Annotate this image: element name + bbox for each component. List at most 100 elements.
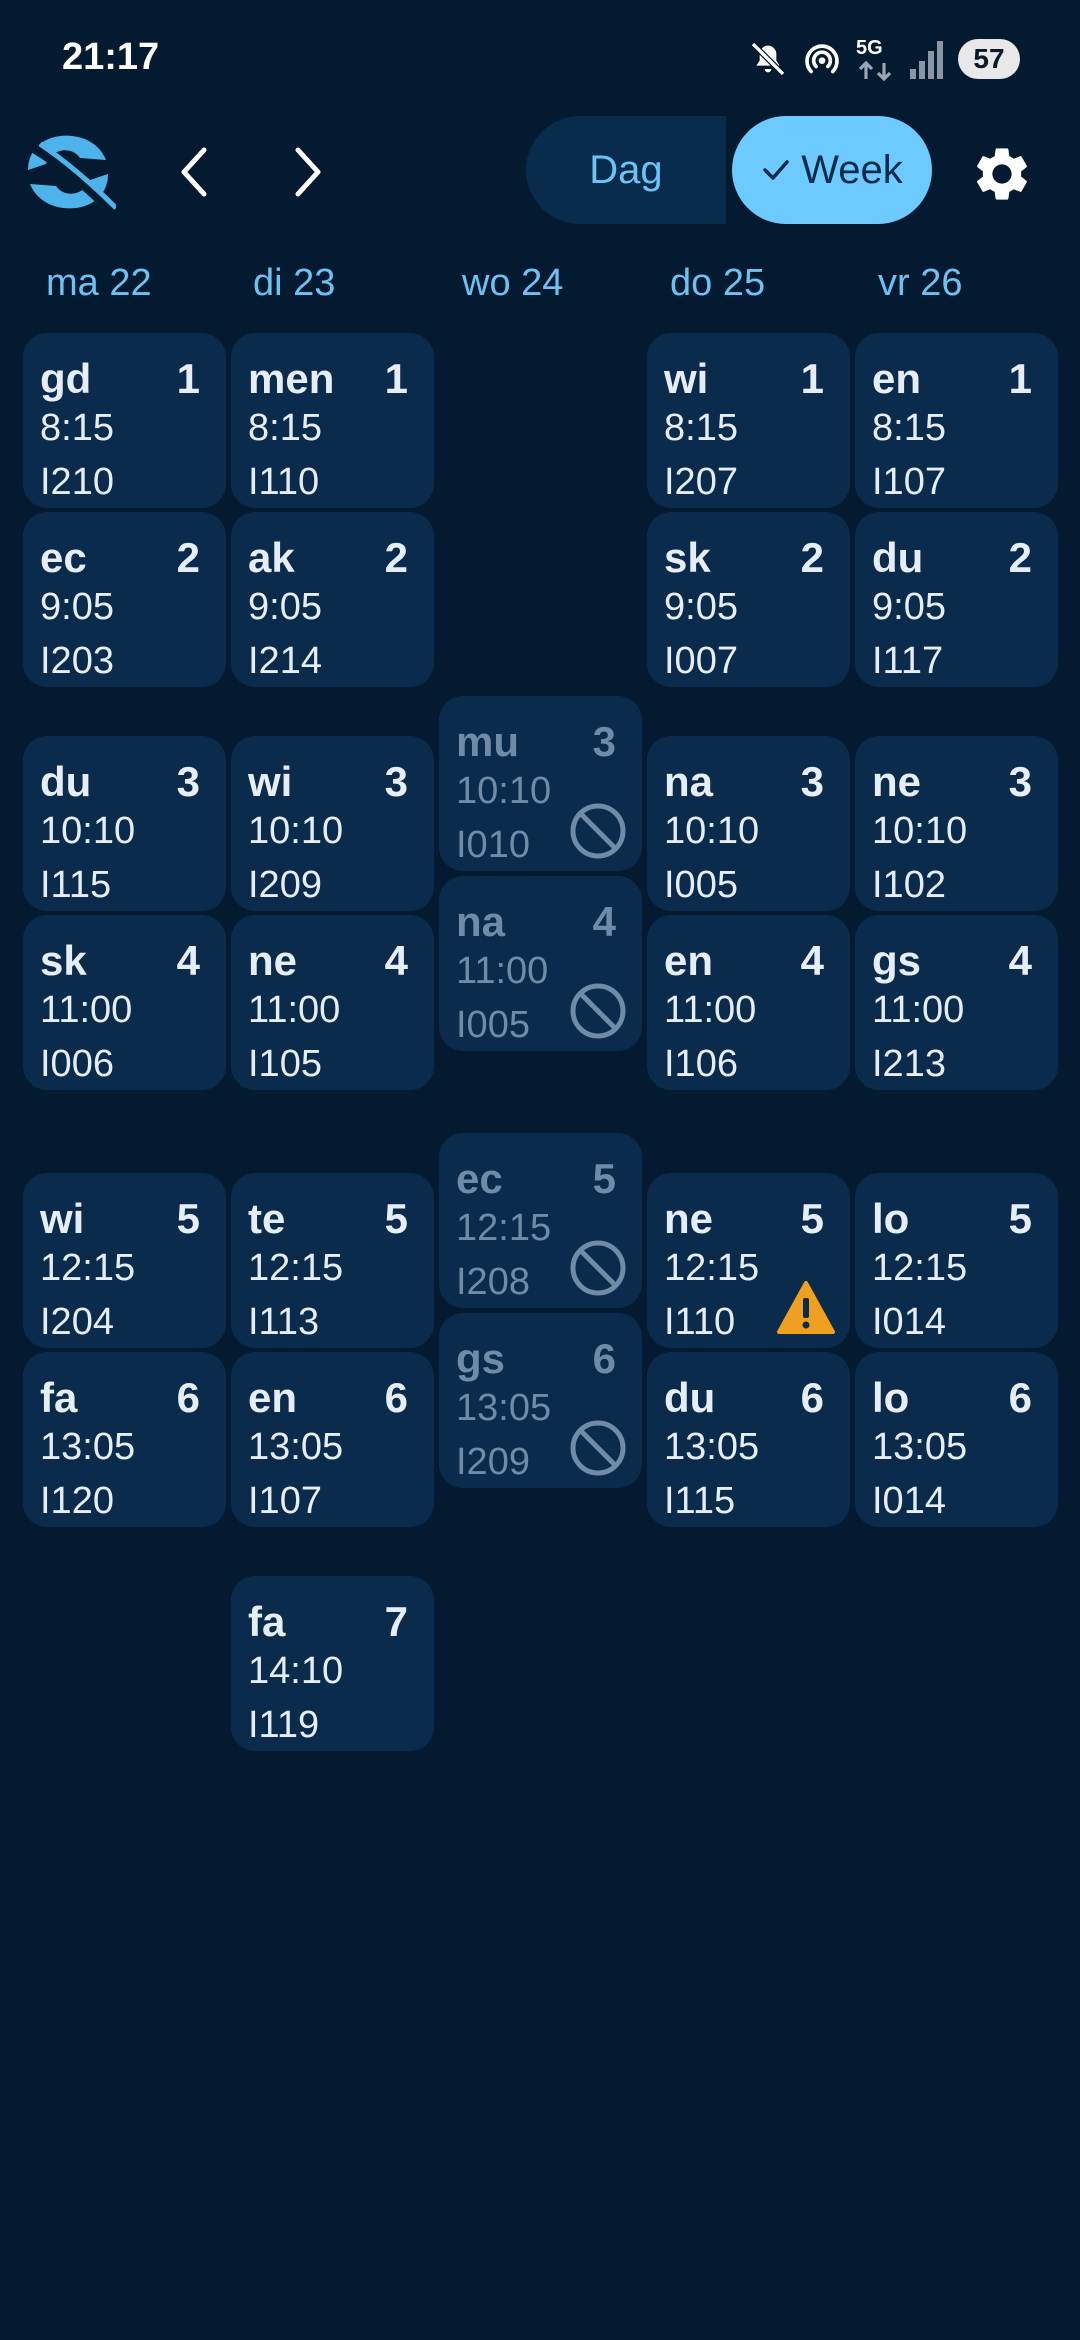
lesson-room: I007 (664, 640, 738, 682)
lesson-card[interactable]: en 1 8:15 I107 (855, 333, 1058, 508)
lesson-subject: en (248, 1374, 298, 1421)
lesson-subject: gd (40, 355, 92, 402)
lesson-period: 4 (176, 937, 200, 984)
lesson-period: 6 (592, 1335, 616, 1382)
lesson-period: 5 (1008, 1195, 1032, 1242)
lesson-room: I113 (248, 1301, 320, 1343)
lesson-subject: ne (248, 937, 298, 984)
lesson-period: 1 (1008, 355, 1032, 402)
lesson-room: I209 (456, 1441, 530, 1483)
lesson-room: I006 (40, 1043, 114, 1085)
lesson-time: 10:10 (40, 810, 136, 852)
timetable-grid: gd 1 8:15 I210 men 1 8:15 I110 wi 1 8:15… (0, 0, 1080, 2340)
lesson-card[interactable]: lo 6 13:05 I014 (855, 1352, 1058, 1527)
lesson-card[interactable]: wi 5 12:15 I204 (23, 1173, 226, 1348)
lesson-card[interactable]: en 6 13:05 I107 (231, 1352, 434, 1527)
lesson-subject: ne (664, 1195, 714, 1242)
lesson-subject: ne (872, 758, 922, 805)
lesson-subject: en (664, 937, 714, 984)
lesson-subject: ec (40, 534, 87, 581)
lesson-room: I207 (664, 461, 738, 503)
lesson-period: 2 (384, 534, 408, 581)
lesson-room: I005 (456, 1004, 530, 1046)
lesson-subject: gs (872, 937, 922, 984)
lesson-room: I208 (456, 1261, 530, 1303)
lesson-card-warning[interactable]: ne 5 12:15 I110 (647, 1173, 850, 1348)
cancelled-icon (570, 1240, 626, 1296)
lesson-period: 5 (176, 1195, 200, 1242)
lesson-card-cancelled[interactable]: ec 5 12:15 I208 (439, 1133, 642, 1308)
lesson-room: I210 (40, 461, 114, 503)
lesson-time: 10:10 (872, 810, 968, 852)
lesson-card[interactable]: en 4 11:00 I106 (647, 915, 850, 1090)
lesson-room: I115 (664, 1480, 736, 1522)
lesson-room: I107 (872, 461, 946, 503)
lesson-room: I203 (40, 640, 114, 682)
lesson-time: 12:15 (456, 1207, 552, 1249)
lesson-subject: ec (456, 1155, 503, 1202)
lesson-room: I105 (248, 1043, 322, 1085)
lesson-subject: sk (664, 534, 711, 581)
lesson-period: 1 (384, 355, 408, 402)
lesson-card[interactable]: wi 1 8:15 I207 (647, 333, 850, 508)
lesson-time: 12:15 (872, 1247, 968, 1289)
timetable-screen: 21:17 5G 57 Dag Week ma 22 di 23 wo 24 d… (0, 0, 1080, 2340)
lesson-room: I120 (40, 1480, 114, 1522)
lesson-card[interactable]: fa 7 14:10 I119 (231, 1576, 434, 1751)
lesson-subject: fa (40, 1374, 78, 1421)
lesson-card[interactable]: gd 1 8:15 I210 (23, 333, 226, 508)
lesson-subject: mu (456, 718, 519, 765)
lesson-period: 2 (800, 534, 824, 581)
lesson-time: 8:15 (248, 407, 322, 449)
lesson-card[interactable]: na 3 10:10 I005 (647, 736, 850, 911)
lesson-card[interactable]: fa 6 13:05 I120 (23, 1352, 226, 1527)
lesson-period: 3 (800, 758, 824, 805)
lesson-card-cancelled[interactable]: na 4 11:00 I005 (439, 876, 642, 1051)
lesson-subject: du (40, 758, 92, 805)
cancelled-icon (570, 983, 626, 1039)
lesson-period: 6 (1008, 1374, 1032, 1421)
lesson-subject: du (664, 1374, 716, 1421)
lesson-card[interactable]: lo 5 12:15 I014 (855, 1173, 1058, 1348)
cancelled-icon (570, 1420, 626, 1476)
lesson-card[interactable]: gs 4 11:00 I213 (855, 915, 1058, 1090)
lesson-subject: men (248, 355, 335, 402)
lesson-card[interactable]: men 1 8:15 I110 (231, 333, 434, 508)
lesson-time: 13:05 (248, 1426, 344, 1468)
lesson-time: 8:15 (664, 407, 738, 449)
lesson-room: I106 (664, 1043, 738, 1085)
lesson-card[interactable]: sk 4 11:00 I006 (23, 915, 226, 1090)
lesson-card[interactable]: ne 3 10:10 I102 (855, 736, 1058, 911)
lesson-period: 4 (1008, 937, 1032, 984)
warning-icon (777, 1281, 835, 1334)
lesson-room: I102 (872, 864, 946, 906)
lesson-room: I204 (40, 1301, 114, 1343)
lesson-card[interactable]: sk 2 9:05 I007 (647, 512, 850, 687)
lesson-card[interactable]: te 5 12:15 I113 (231, 1173, 434, 1348)
lesson-subject: en (872, 355, 922, 402)
lesson-card-cancelled[interactable]: gs 6 13:05 I209 (439, 1313, 642, 1488)
lesson-time: 11:00 (456, 950, 549, 992)
lesson-period: 7 (384, 1598, 408, 1645)
lesson-period: 5 (800, 1195, 824, 1242)
lesson-card[interactable]: ak 2 9:05 I214 (231, 512, 434, 687)
lesson-time: 9:05 (664, 586, 738, 628)
lesson-room: I014 (872, 1480, 946, 1522)
lesson-card[interactable]: du 6 13:05 I115 (647, 1352, 850, 1527)
lesson-card-cancelled[interactable]: mu 3 10:10 I010 (439, 696, 642, 871)
lesson-card[interactable]: ec 2 9:05 I203 (23, 512, 226, 687)
lesson-time: 11:00 (872, 989, 965, 1031)
lesson-card[interactable]: du 2 9:05 I117 (855, 512, 1058, 687)
lesson-time: 8:15 (40, 407, 114, 449)
lesson-card[interactable]: ne 4 11:00 I105 (231, 915, 434, 1090)
lesson-room: I107 (248, 1480, 322, 1522)
lesson-room: I213 (872, 1043, 946, 1085)
lesson-time: 13:05 (664, 1426, 760, 1468)
lesson-card[interactable]: wi 3 10:10 I209 (231, 736, 434, 911)
lesson-card[interactable]: du 3 10:10 I115 (23, 736, 226, 911)
lesson-period: 2 (1008, 534, 1032, 581)
cancelled-icon (570, 803, 626, 859)
lesson-subject: du (872, 534, 924, 581)
lesson-time: 9:05 (248, 586, 322, 628)
lesson-subject: sk (40, 937, 87, 984)
